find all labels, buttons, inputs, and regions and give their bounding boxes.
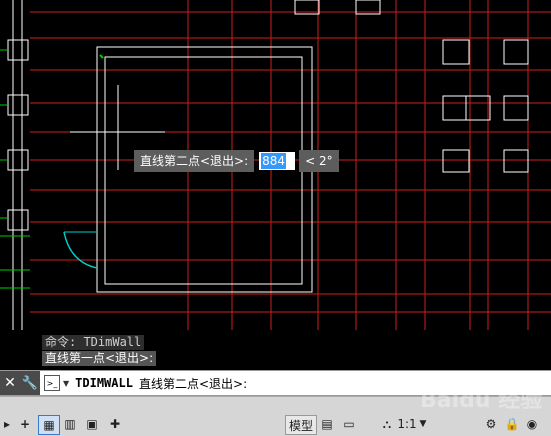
dynamic-prompt-label: 直线第二点<退出>: bbox=[134, 150, 255, 172]
door-arc bbox=[63, 231, 98, 269]
angle-readout: < 2° bbox=[299, 150, 339, 172]
annotation-icon[interactable]: ⛬ bbox=[380, 415, 394, 433]
chevron-down-icon[interactable]: ▼ bbox=[63, 379, 69, 388]
plus-icon[interactable]: + bbox=[16, 415, 34, 433]
hardware-icon[interactable]: ◉ bbox=[524, 415, 540, 433]
close-icon[interactable]: ✕ bbox=[0, 371, 20, 395]
snap-marker bbox=[99, 54, 104, 59]
wrench-icon[interactable]: 🔧 bbox=[20, 371, 40, 395]
distance-input[interactable]: 884 bbox=[259, 152, 296, 170]
command-name: TDIMWALL bbox=[75, 376, 133, 390]
viewport-icon[interactable]: ▭ bbox=[340, 415, 358, 433]
model-tab[interactable]: 模型 bbox=[285, 415, 317, 435]
gear-icon[interactable]: ⚙ bbox=[482, 415, 500, 433]
lock-icon[interactable]: 🔒 bbox=[504, 415, 520, 433]
polar-icon[interactable]: ✚ bbox=[106, 415, 124, 433]
dynamic-input-tooltip: 直线第二点<退出>: 884 < 2° bbox=[134, 150, 339, 172]
scale-label[interactable]: 1:1 bbox=[396, 415, 418, 433]
command-prompt-icon[interactable]: >_ bbox=[44, 375, 60, 391]
drawing-canvas[interactable]: 直线第二点<退出>: 884 < 2° 命令: TDimWall 直线第一点<退… bbox=[0, 0, 551, 370]
right-windows bbox=[294, 0, 529, 173]
grid-toggle-icon[interactable]: ▦ bbox=[38, 415, 60, 435]
history-line-2: 直线第一点<退出>: bbox=[42, 351, 157, 366]
drawing-svg bbox=[0, 0, 551, 330]
ortho-icon[interactable]: ▣ bbox=[82, 415, 102, 433]
left-wall bbox=[7, 0, 29, 330]
left-arrow-icon[interactable]: ▸ bbox=[0, 415, 14, 433]
watermark: Baidu 经验 bbox=[420, 388, 543, 413]
distance-value[interactable]: 884 bbox=[261, 153, 287, 169]
left-ticks bbox=[0, 49, 30, 289]
snap-icon[interactable]: ▥ bbox=[62, 415, 78, 433]
scale-chevron-down-icon[interactable]: ▼ bbox=[418, 415, 428, 433]
history-line-1: 命令: TDimWall bbox=[42, 335, 145, 350]
layout-icon[interactable]: ▤ bbox=[318, 415, 336, 433]
command-prompt-text: 直线第二点<退出>: bbox=[138, 376, 248, 391]
